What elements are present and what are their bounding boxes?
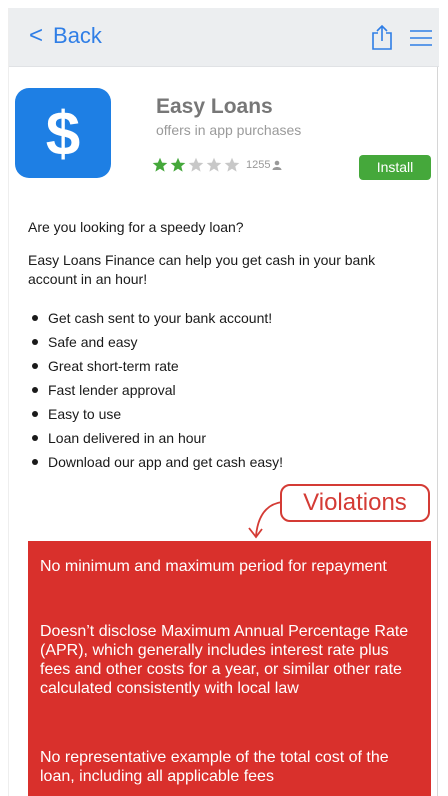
app-name: Easy Loans xyxy=(156,95,273,118)
back-label: Back xyxy=(53,23,102,48)
chevron-left-icon: < xyxy=(29,22,44,49)
violation-item: No minimum and maximum period for repaym… xyxy=(40,558,387,575)
description-question: Are you looking for a speedy loan? xyxy=(28,219,244,235)
share-icon[interactable] xyxy=(371,24,393,50)
violations-label: Violations xyxy=(280,484,430,522)
app-subtitle: offers in app purchases xyxy=(156,122,302,138)
rating-stars: 1255 xyxy=(152,157,282,173)
list-item: Get cash sent to your bank account! xyxy=(28,309,283,333)
list-item: Loan delivered in an hour xyxy=(28,429,283,453)
list-item: Great short-term rate xyxy=(28,357,283,381)
star-icon xyxy=(206,157,222,172)
star-icon xyxy=(224,157,240,172)
menu-icon[interactable] xyxy=(410,30,432,46)
rating-count: 1255 xyxy=(246,159,271,171)
install-button[interactable]: Install xyxy=(359,155,431,180)
list-item: Fast lender approval xyxy=(28,381,283,405)
top-nav-bar: < Back xyxy=(9,8,439,67)
list-item: Easy to use xyxy=(28,405,283,429)
dollar-icon: $ xyxy=(46,100,80,169)
list-item: Safe and easy xyxy=(28,333,283,357)
app-icon: $ xyxy=(15,88,111,178)
svg-text:$: $ xyxy=(46,100,80,169)
star-icon xyxy=(152,157,168,172)
person-icon xyxy=(272,160,282,170)
back-button[interactable]: < Back xyxy=(29,23,102,49)
violation-item: No representative example of the total c… xyxy=(40,749,389,785)
star-icon xyxy=(188,157,204,172)
feature-list: Get cash sent to your bank account! Safe… xyxy=(28,309,283,477)
star-icon xyxy=(170,157,186,172)
list-item: Download our app and get cash easy! xyxy=(28,453,283,477)
violation-item: Doesn’t disclose Maximum Annual Percenta… xyxy=(40,623,409,697)
description-paragraph: Easy Loans Finance can help you get cash… xyxy=(28,252,376,287)
